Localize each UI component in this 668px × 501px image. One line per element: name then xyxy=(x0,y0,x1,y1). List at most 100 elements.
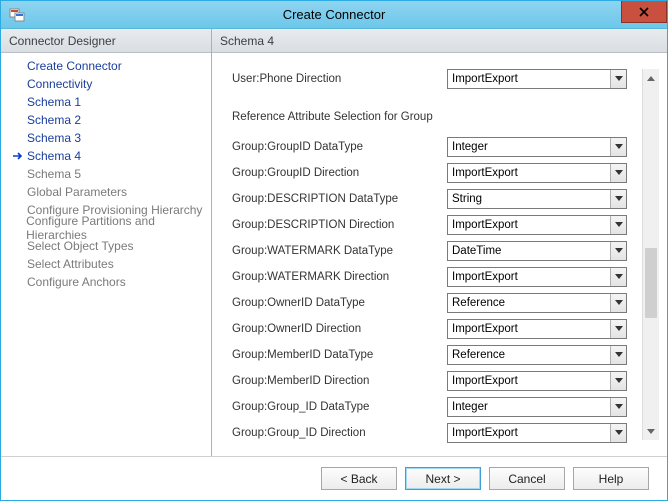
combo-value: ImportExport xyxy=(448,320,610,338)
nav-panel: Connector Designer Create Connector Conne… xyxy=(1,29,212,456)
field-label: Group:WATERMARK Direction xyxy=(232,271,447,283)
vertical-scrollbar[interactable] xyxy=(642,69,659,440)
nav-indicator xyxy=(11,59,25,73)
nav-indicator xyxy=(11,221,24,235)
combo-box[interactable]: ImportExport xyxy=(447,319,627,339)
chevron-down-icon xyxy=(610,216,626,234)
scroll-up-button[interactable] xyxy=(643,69,659,86)
scroll-track[interactable] xyxy=(643,86,659,423)
nav-indicator xyxy=(11,95,25,109)
combo-value: ImportExport xyxy=(448,216,610,234)
combo-box[interactable]: ImportExport xyxy=(447,371,627,391)
nav-list: Create Connector Connectivity Schema 1 Sche… xyxy=(1,53,211,456)
field-label: Group:GroupID Direction xyxy=(232,167,447,179)
chevron-down-icon xyxy=(610,424,626,442)
form-row: Group:MemberID DirectionImportExport xyxy=(232,371,638,391)
nav-indicator xyxy=(11,257,25,271)
field-label: Group:DESCRIPTION DataType xyxy=(232,193,447,205)
combo-box[interactable]: ImportExport xyxy=(447,267,627,287)
back-button[interactable]: < Back xyxy=(321,467,397,490)
nav-item[interactable]: Select Attributes xyxy=(1,255,211,273)
field-label: Group:DESCRIPTION Direction xyxy=(232,219,447,231)
footer: < Back Next > Cancel Help xyxy=(1,456,667,500)
nav-item[interactable]: Schema 5 xyxy=(1,165,211,183)
chevron-up-icon xyxy=(647,75,655,81)
combo-value: ImportExport xyxy=(448,268,610,286)
nav-item[interactable]: Select Object Types xyxy=(1,237,211,255)
field-label: Group:OwnerID Direction xyxy=(232,323,447,335)
combo-box[interactable]: Reference xyxy=(447,345,627,365)
nav-item-label: Schema 1 xyxy=(27,95,81,109)
form-row: Group:OwnerID DataTypeReference xyxy=(232,293,638,313)
combo-value: ImportExport xyxy=(448,164,610,182)
section-heading: Reference Attribute Selection for Group xyxy=(232,111,638,123)
chevron-down-icon xyxy=(610,268,626,286)
combo-value: String xyxy=(448,190,610,208)
nav-item[interactable]: Configure Anchors xyxy=(1,273,211,291)
combo-value: ImportExport xyxy=(448,424,610,442)
combo-value: Integer xyxy=(448,138,610,156)
scroll-down-button[interactable] xyxy=(643,423,659,440)
nav-indicator xyxy=(11,167,25,181)
nav-item-label: Connectivity xyxy=(27,77,92,91)
nav-indicator xyxy=(11,185,25,199)
content-inner: User:Phone Direction ImportExport Refere… xyxy=(232,69,638,440)
nav-header: Connector Designer xyxy=(1,29,211,53)
chevron-down-icon xyxy=(610,138,626,156)
form-row: Group:OwnerID DirectionImportExport xyxy=(232,319,638,339)
combo-user-phone-direction[interactable]: ImportExport xyxy=(447,69,627,89)
chevron-down-icon xyxy=(610,70,626,88)
chevron-down-icon xyxy=(610,398,626,416)
window-title: Create Connector xyxy=(1,7,667,22)
cancel-button[interactable]: Cancel xyxy=(489,467,565,490)
combo-box[interactable]: Integer xyxy=(447,137,627,157)
close-button[interactable] xyxy=(621,1,667,23)
form-row: User:Phone Direction ImportExport xyxy=(232,69,638,89)
field-label: Group:OwnerID DataType xyxy=(232,297,447,309)
nav-item[interactable]: Create Connector xyxy=(1,57,211,75)
combo-box[interactable]: DateTime xyxy=(447,241,627,261)
nav-item[interactable]: Schema 2 xyxy=(1,111,211,129)
combo-box[interactable]: ImportExport xyxy=(447,423,627,443)
combo-value: ImportExport xyxy=(448,372,610,390)
field-label: Group:Group_ID Direction xyxy=(232,427,447,439)
nav-item[interactable]: Schema 1 xyxy=(1,93,211,111)
combo-box[interactable]: ImportExport xyxy=(447,215,627,235)
chevron-down-icon xyxy=(610,242,626,260)
form-row: Group:GroupID DirectionImportExport xyxy=(232,163,638,183)
field-label: Group:WATERMARK DataType xyxy=(232,245,447,257)
combo-value: Reference xyxy=(448,346,610,364)
form-row: Group:Group_ID DataTypeInteger xyxy=(232,397,638,417)
nav-item[interactable]: Connectivity xyxy=(1,75,211,93)
nav-item-label: Select Object Types xyxy=(27,239,134,253)
form-row: Group:Group_ID DirectionImportExport xyxy=(232,423,638,443)
combo-value: Reference xyxy=(448,294,610,312)
nav-item[interactable]: Schema 4 xyxy=(1,147,211,165)
combo-box[interactable]: Reference xyxy=(447,293,627,313)
nav-indicator xyxy=(11,275,25,289)
nav-item-label: Global Parameters xyxy=(27,185,127,199)
combo-box[interactable]: String xyxy=(447,189,627,209)
nav-item[interactable]: Global Parameters xyxy=(1,183,211,201)
field-label: Group:Group_ID DataType xyxy=(232,401,447,413)
help-button[interactable]: Help xyxy=(573,467,649,490)
nav-indicator xyxy=(11,131,25,145)
titlebar[interactable]: Create Connector xyxy=(1,1,667,29)
content-body: User:Phone Direction ImportExport Refere… xyxy=(212,53,667,456)
next-button[interactable]: Next > xyxy=(405,467,481,490)
form-row: Group:WATERMARK DataTypeDateTime xyxy=(232,241,638,261)
nav-item-label: Schema 4 xyxy=(27,149,81,163)
nav-item[interactable]: Schema 3 xyxy=(1,129,211,147)
chevron-down-icon xyxy=(610,190,626,208)
combo-value: DateTime xyxy=(448,242,610,260)
chevron-down-icon xyxy=(647,429,655,435)
content-header: Schema 4 xyxy=(212,29,667,53)
scroll-thumb[interactable] xyxy=(645,248,657,318)
nav-item-label: Schema 2 xyxy=(27,113,81,127)
combo-box[interactable]: Integer xyxy=(447,397,627,417)
nav-item[interactable]: Configure Partitions and Hierarchies xyxy=(1,219,211,237)
body: Connector Designer Create Connector Conne… xyxy=(1,29,667,456)
form-row: Group:MemberID DataTypeReference xyxy=(232,345,638,365)
combo-box[interactable]: ImportExport xyxy=(447,163,627,183)
chevron-down-icon xyxy=(610,346,626,364)
